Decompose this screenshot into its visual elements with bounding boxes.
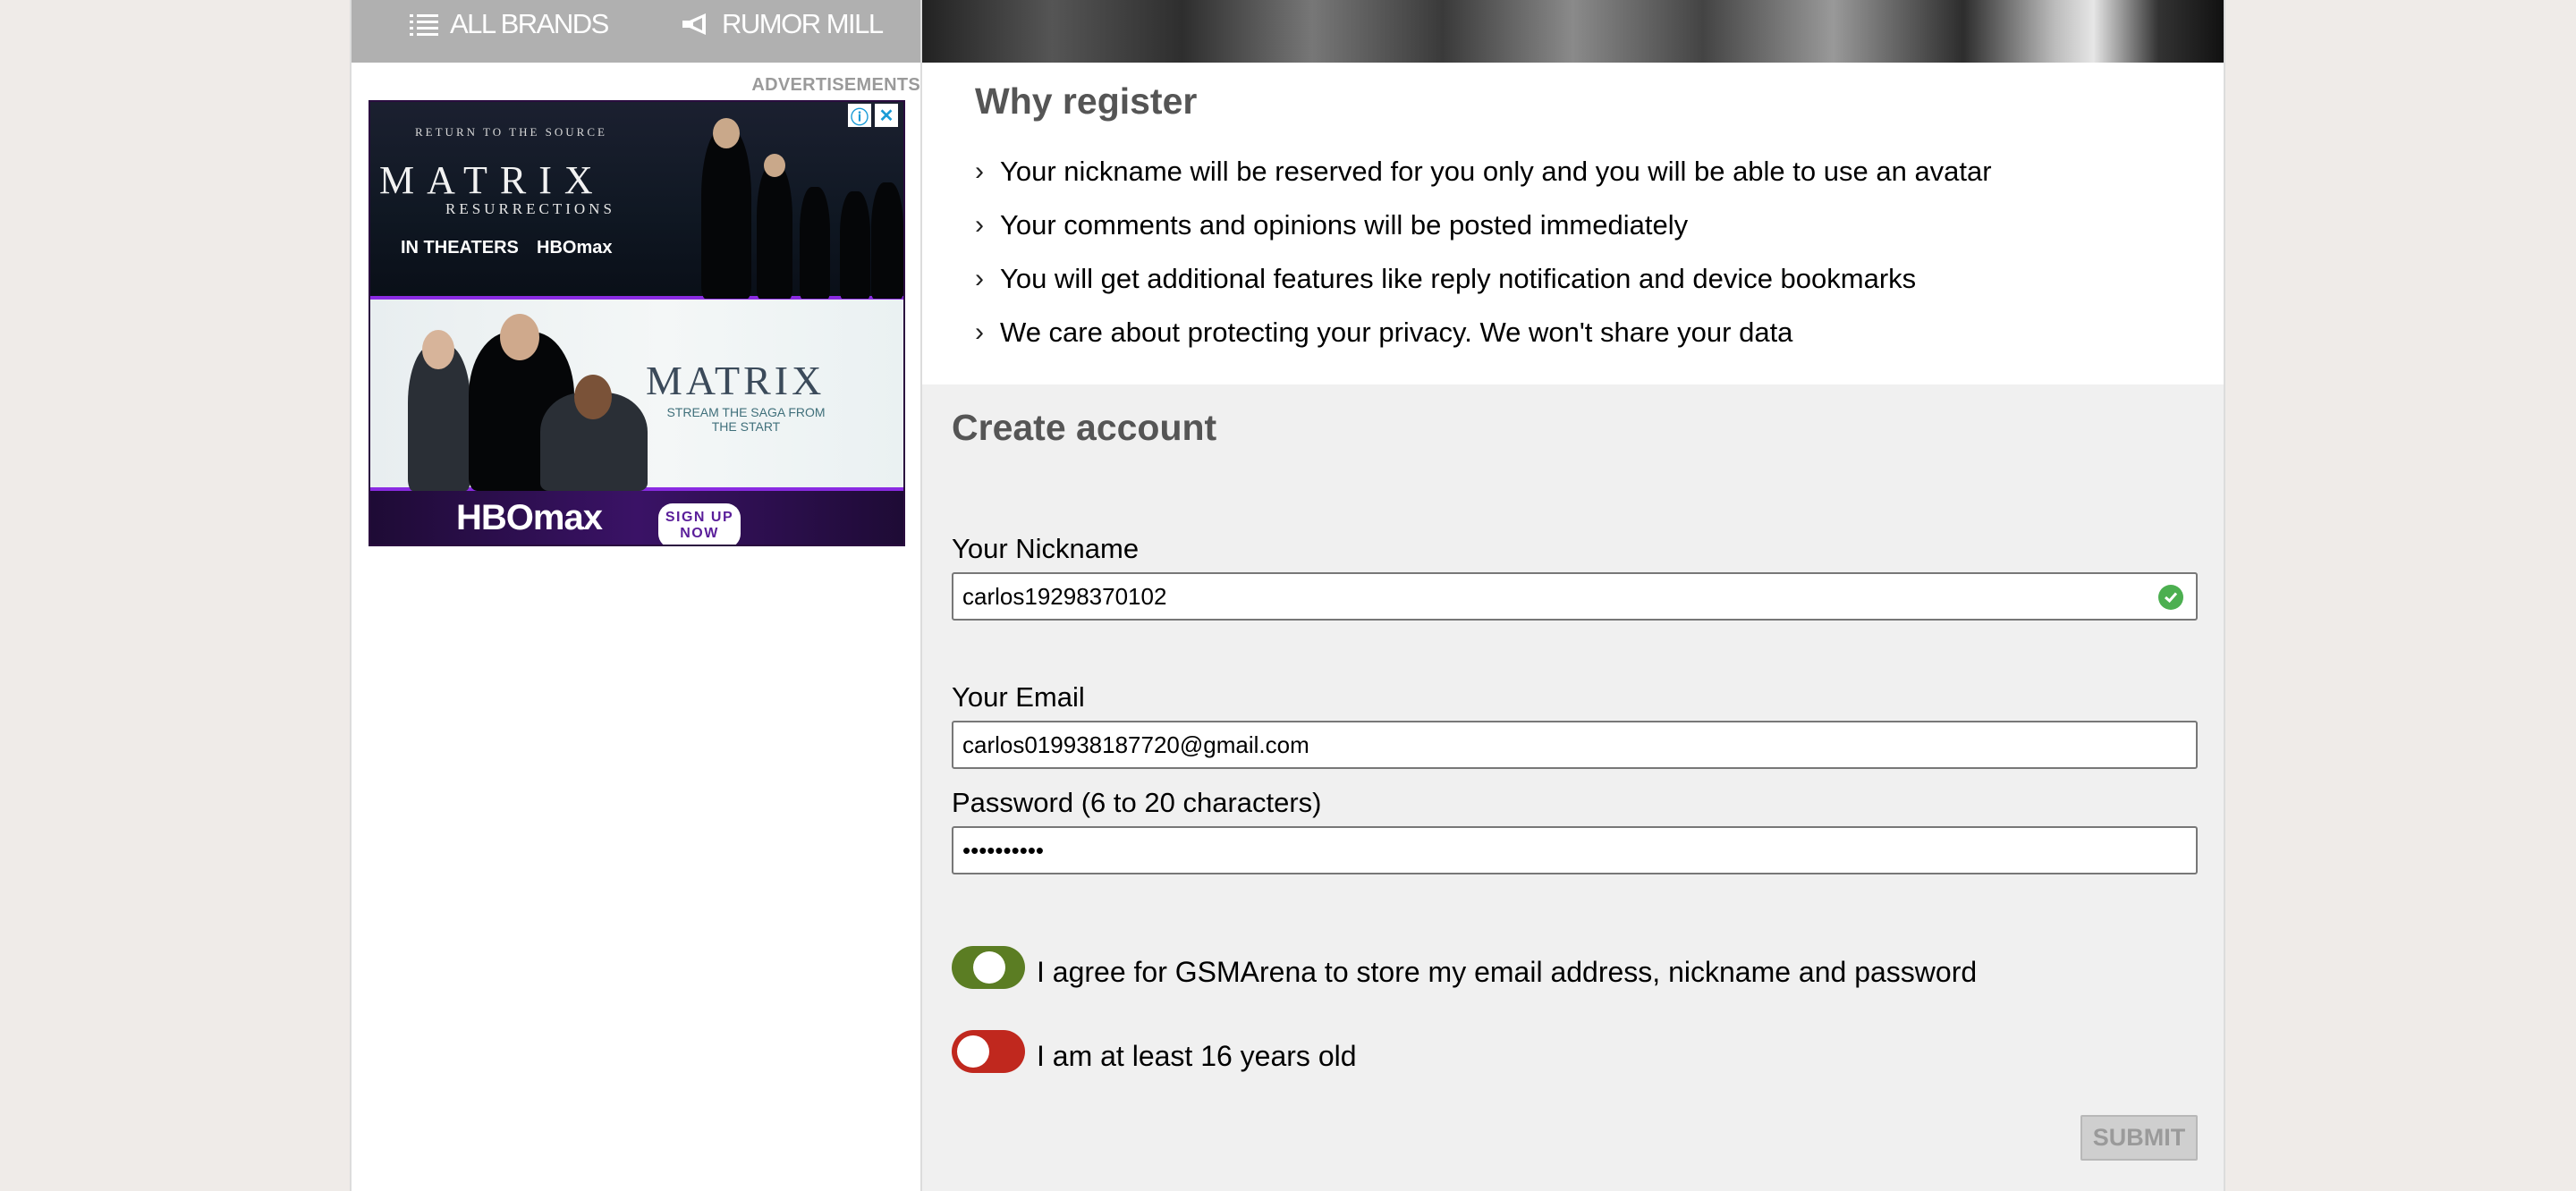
why-item: › We care about protecting your privacy.…: [975, 317, 1792, 349]
ad-figure: [757, 165, 792, 299]
age-confirm-label: I am at least 16 years old: [1037, 1040, 1357, 1072]
ad-stream-text: STREAM THE SAGA FROM THE START: [666, 405, 826, 434]
chevron-right-icon: ›: [975, 156, 984, 186]
ad-middle-panel: MATRIX STREAM THE SAGA FROM THE START: [370, 300, 903, 491]
ad-in-theaters: IN THEATERS: [401, 238, 519, 258]
password-input[interactable]: [952, 826, 2198, 874]
sidebar: ALL BRANDS RUMOR MILL ADVERTISEMENTS RET…: [350, 0, 922, 1191]
ad-tagline: RETURN TO THE SOURCE: [415, 125, 607, 139]
all-brands-label: ALL BRANDS: [450, 8, 609, 39]
toggle-knob: [957, 1035, 989, 1068]
agree-storage-label: I agree for GSMArena to store my email a…: [1037, 956, 1978, 988]
ad-title-2: MATRIX: [646, 358, 826, 403]
email-input[interactable]: [952, 721, 2198, 769]
email-label: Your Email: [952, 681, 1085, 713]
why-item: › You will get additional features like …: [975, 263, 1916, 295]
ad-hbo-small: HBOmax: [537, 238, 613, 258]
why-item: › Your comments and opinions will be pos…: [975, 209, 1688, 241]
ad-top-panel: RETURN TO THE SOURCE MATRIX RESURRECTION…: [370, 102, 903, 300]
submit-button[interactable]: SUBMIT: [2080, 1115, 2198, 1161]
ad-bottom-panel: HBOmax SIGN UP NOW: [370, 491, 903, 545]
ad-close-icon[interactable]: ✕: [875, 104, 898, 127]
ad-figure-head: [764, 154, 785, 177]
ad-info-icon[interactable]: ⓘ: [848, 104, 871, 128]
ad-hbomax-logo: HBOmax: [456, 498, 603, 537]
ad-figure: [800, 187, 830, 299]
nickname-label: Your Nickname: [952, 533, 1140, 564]
list-icon: [410, 14, 438, 36]
why-item-text: Your comments and opinions will be poste…: [1000, 209, 1689, 241]
advertisement-banner[interactable]: RETURN TO THE SOURCE MATRIX RESURRECTION…: [369, 100, 905, 546]
ad-title: MATRIX: [379, 158, 606, 202]
why-item-text: Your nickname will be reserved for you o…: [1000, 156, 1992, 187]
advertisements-label: ADVERTISEMENTS: [751, 75, 920, 95]
ad-figure: [701, 129, 751, 299]
ad-subtitle: RESURRECTIONS: [445, 200, 615, 217]
agree-storage-toggle[interactable]: [952, 946, 1025, 989]
valid-check-icon: [2158, 585, 2183, 610]
ad-figure: [871, 182, 903, 299]
ad-figure-head: [500, 314, 539, 360]
rumor-mill-label: RUMOR MILL: [722, 8, 884, 39]
toggle-knob: [973, 951, 1005, 984]
ad-figure-head: [422, 330, 454, 369]
all-brands-button[interactable]: ALL BRANDS: [409, 0, 609, 48]
ad-figure-head: [713, 118, 740, 148]
why-item: › Your nickname will be reserved for you…: [975, 156, 1992, 188]
why-item-text: We care about protecting your privacy. W…: [1000, 317, 1793, 348]
main-content: Why register › Your nickname will be res…: [922, 0, 2225, 1191]
chevron-right-icon: ›: [975, 317, 984, 347]
chevron-right-icon: ›: [975, 210, 984, 240]
hero-image: [922, 0, 2224, 63]
password-label: Password (6 to 20 characters): [952, 787, 1322, 818]
ad-signup-button[interactable]: SIGN UP NOW: [658, 503, 741, 545]
why-item-text: You will get additional features like re…: [1000, 263, 1917, 294]
ad-figure: [840, 191, 870, 299]
why-register-title: Why register: [975, 80, 1198, 122]
chevron-right-icon: ›: [975, 264, 984, 293]
why-register-section: Why register › Your nickname will be res…: [922, 63, 2224, 384]
nickname-input[interactable]: [952, 572, 2198, 621]
rumor-mill-button[interactable]: RUMOR MILL: [681, 0, 884, 48]
megaphone-icon: [682, 13, 706, 35]
ad-figure-head: [574, 375, 612, 419]
age-confirm-toggle[interactable]: [952, 1030, 1025, 1073]
top-nav: ALL BRANDS RUMOR MILL: [352, 0, 920, 63]
create-account-title: Create account: [952, 407, 1217, 448]
